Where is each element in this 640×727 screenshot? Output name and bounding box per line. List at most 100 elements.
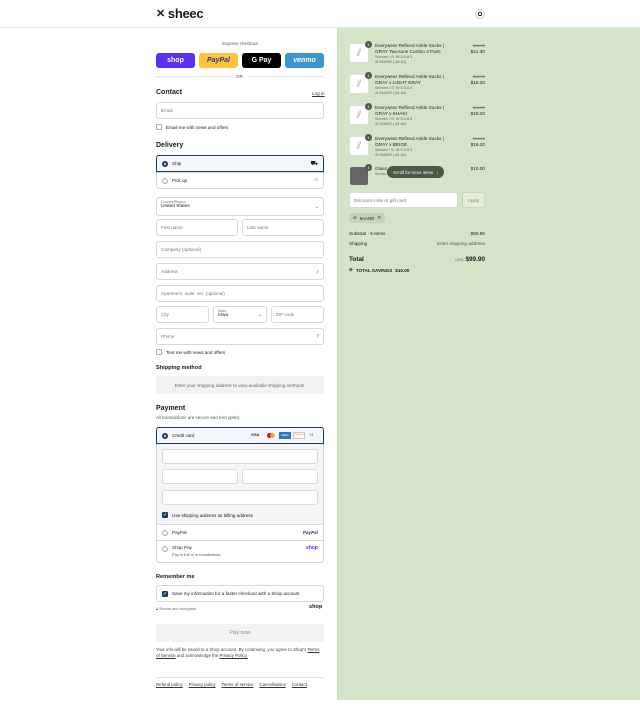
item-details: Everywear Refined Ankle Socks | GRAY Two… (375, 43, 457, 65)
terms-of-service-link[interactable]: Terms of service (221, 682, 253, 687)
card-name-field[interactable] (162, 490, 318, 505)
billing-checkbox[interactable]: ✓ (162, 512, 168, 518)
cart-item: ⫽ 1 Everywear Refined Ankle Socks | GRAY… (349, 41, 485, 71)
divider (156, 76, 232, 77)
discount-field[interactable]: Discount code or gift card (349, 192, 458, 208)
cart-item: ⫽ 1 Everywear Refined Ankle Socks | GRAY… (349, 103, 485, 133)
city-field[interactable]: City (156, 306, 209, 323)
billing-checkbox-row[interactable]: ✓ Use shipping address as billing addres… (162, 512, 253, 518)
email-news-checkbox[interactable] (156, 124, 162, 130)
logo[interactable]: ✕ sheec (156, 6, 204, 21)
item-price: $10.00 (471, 166, 485, 172)
paypal-option[interactable]: PayPal PayPal (156, 525, 324, 541)
tag-icon: ⊘ (375, 60, 379, 64)
footer-links: Refund policy Privacy policy Terms of se… (156, 682, 324, 687)
text-news-checkbox[interactable] (156, 349, 162, 355)
new-price: $10.00 (470, 166, 485, 171)
total-row: Total USD $99.90 (349, 256, 485, 263)
more-cards-badge: +4 (309, 433, 314, 437)
email-field[interactable]: Email (156, 102, 324, 119)
venmo-button[interactable]: venmo (285, 53, 324, 68)
item-details: Everywear Refined Ankle Socks | GRAY x K… (375, 105, 457, 127)
address-field[interactable]: Address ⌕ (156, 263, 324, 280)
pickup-radio[interactable] (162, 178, 168, 184)
item-price: $18.00 $16.20 (471, 74, 485, 86)
remember-box[interactable]: ✓ Save my information for a faster check… (156, 585, 324, 602)
tag-icon: ⊘ (353, 215, 357, 220)
privacy-link[interactable]: Privacy Policy. (220, 653, 248, 658)
shop-pay-radio[interactable] (162, 546, 168, 552)
visa-icon: VISA (251, 433, 260, 437)
amex-icon: AMEX (279, 432, 291, 439)
help-icon: ? (316, 334, 319, 340)
card-cvv-field[interactable] (242, 469, 318, 484)
shipping-label: Shipping (349, 241, 368, 246)
cart-bag-icon[interactable] (475, 9, 485, 19)
pay-now-button[interactable]: Pay now (156, 624, 324, 642)
pickup-option[interactable]: Pick up ⌂ (156, 172, 324, 189)
ship-radio[interactable] (162, 161, 168, 167)
last-name-field[interactable]: Last name (242, 219, 324, 236)
login-link[interactable]: Log in (312, 91, 325, 96)
shipping-method-title: Shipping method (156, 365, 202, 371)
shop-pay-option[interactable]: Shop Pay Pay in full or in installments … (156, 541, 324, 563)
lock-icon: 🔒︎ (156, 607, 159, 611)
card-number-field[interactable] (162, 449, 318, 464)
item-price: $45.90 $41.30 (471, 43, 485, 55)
legal-prefix: Your info will be saved to a Shop accoun… (156, 647, 307, 652)
apply-button[interactable]: Apply (462, 192, 485, 208)
scroll-hint-pill[interactable]: Scroll for more items ↓ (387, 166, 445, 178)
country-value: United States (161, 204, 190, 209)
quantity-badge: 1 (365, 164, 372, 171)
legal-text: Your info will be saved to a Shop accoun… (156, 647, 324, 658)
delivery-title: Delivery (156, 142, 184, 149)
company-field[interactable]: Company (optional) (156, 241, 324, 258)
ship-option[interactable]: Ship ⛟ (156, 155, 324, 172)
contact-link[interactable]: Contact (292, 682, 307, 687)
tag-icon: ⊘ (375, 91, 379, 95)
ship-label: Ship (172, 161, 182, 166)
chevron-down-icon: ⌄ (257, 312, 262, 318)
apartment-field[interactable]: Apartment, suite, etc. (optional) (156, 285, 324, 302)
paypal-radio[interactable] (162, 530, 168, 536)
cart-item: ⫽ 1 Everywear Refined Ankle Socks | GRAY… (349, 72, 485, 102)
item-price: $18.00 $16.20 (471, 136, 485, 148)
state-value: Iowa (218, 313, 229, 318)
shop-pay-sub: Pay in full or in installments (172, 552, 221, 557)
refund-policy-link[interactable]: Refund policy (156, 682, 183, 687)
new-price: $41.30 (470, 49, 485, 54)
card-expiry-field[interactable] (162, 469, 238, 484)
credit-card-label: Credit card (172, 433, 195, 438)
shipping-row: Shipping Enter shipping address (349, 241, 485, 246)
cancellations-link[interactable]: Cancellations (259, 682, 285, 687)
shop-pay-logo: shop (306, 545, 318, 551)
currency: USD (455, 257, 464, 262)
phone-field[interactable]: Phone ? (156, 328, 324, 345)
email-news-checkbox-row[interactable]: Email me with news and offers (156, 124, 228, 130)
savings-value: $10.00 (395, 267, 410, 273)
email-news-label: Email me with news and offers (166, 124, 229, 130)
country-select[interactable]: Country/Region United States ⌄ (156, 197, 324, 216)
credit-card-radio[interactable] (162, 433, 168, 439)
remember-checkbox[interactable]: ✓ (162, 591, 168, 597)
state-select[interactable]: State Iowa ⌄ (213, 306, 267, 323)
paypal-button[interactable]: PayPal (199, 53, 238, 68)
paypal-logo: PayPal (302, 530, 318, 535)
billing-label: Use shipping address as billing address (172, 512, 253, 518)
zip-field[interactable]: ZIP code (271, 306, 324, 323)
mastercard-icon (266, 432, 276, 439)
new-price: $16.20 (470, 80, 485, 85)
google-pay-button[interactable]: G Pay (242, 53, 281, 68)
credit-card-option[interactable]: Credit card VISA AMEX DISCOVER +4 (156, 427, 324, 444)
card-form: ✓ Use shipping address as billing addres… (156, 444, 324, 525)
divider (248, 76, 324, 77)
arrow-down-icon: ↓ (436, 169, 439, 175)
item-title: Everywear Refined Ankle Socks | GRAY x B… (375, 136, 444, 147)
text-news-label: Text me with news and offers (166, 349, 226, 355)
privacy-policy-link[interactable]: Privacy policy (189, 682, 216, 687)
first-name-field[interactable]: First name (156, 219, 238, 236)
remove-discount-icon[interactable]: ✕ (377, 215, 381, 221)
shop-pay-button[interactable]: shop (156, 53, 195, 68)
text-news-checkbox-row[interactable]: Text me with news and offers (156, 349, 225, 355)
quantity-badge: 1 (365, 103, 372, 110)
